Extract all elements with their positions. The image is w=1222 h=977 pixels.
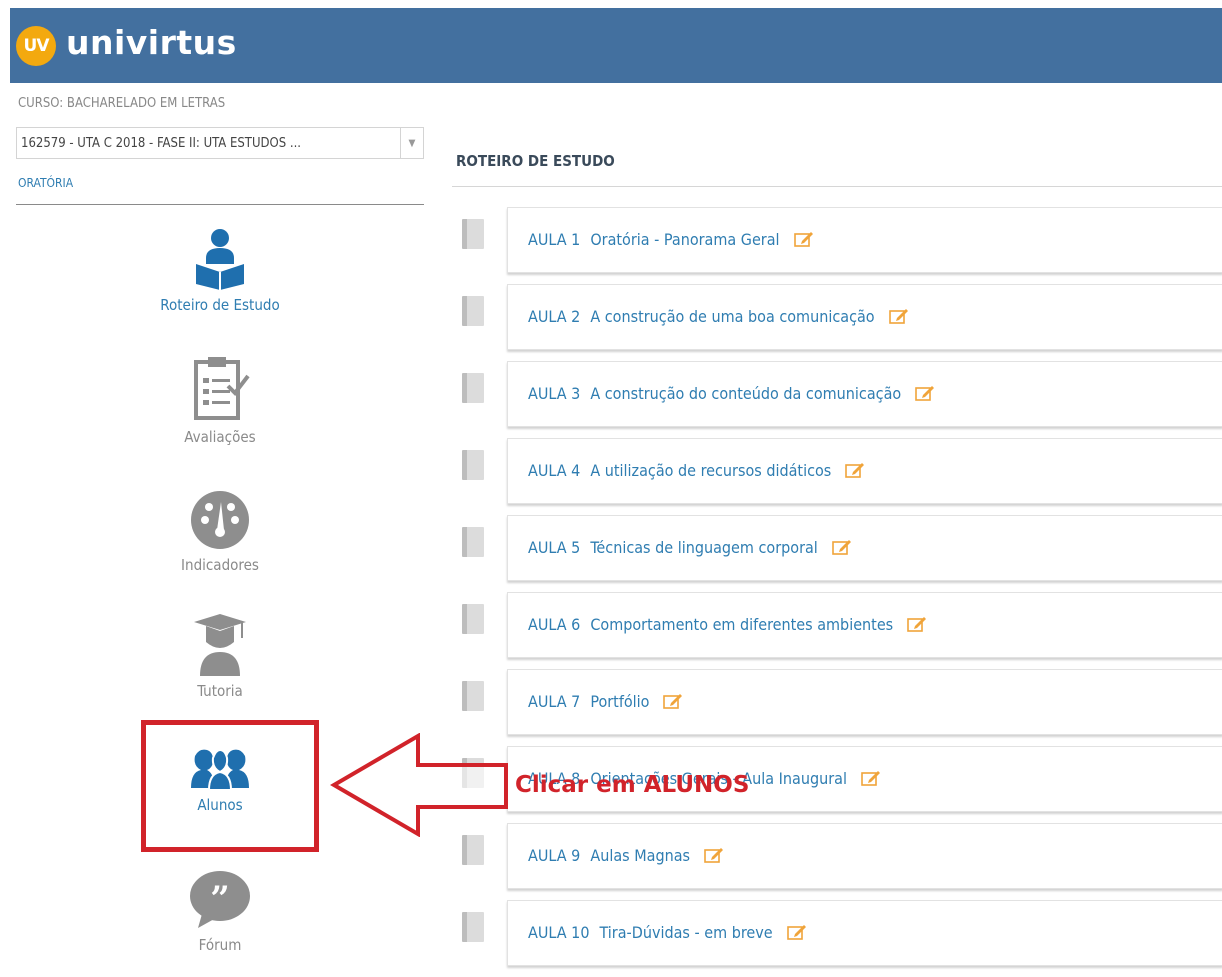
- lesson-title[interactable]: A construção do conteúdo da comunicação: [590, 384, 901, 403]
- annotation-callout-text: Clicar em ALUNOS: [515, 772, 750, 798]
- edit-icon[interactable]: [845, 462, 865, 478]
- course-select-value: 162579 - UTA C 2018 - FASE II: UTA ESTUD…: [21, 136, 302, 151]
- edit-icon[interactable]: [704, 847, 724, 863]
- lesson-text: AULA 1 Oratória - Panorama Geral: [528, 230, 814, 249]
- lesson-row: AULA 7 Portfólio: [456, 669, 1222, 735]
- lesson-number: AULA 9: [528, 846, 581, 865]
- lesson-number: AULA 3: [528, 384, 581, 403]
- edit-icon[interactable]: [832, 539, 852, 555]
- lesson-text: AULA 3 A construção do conteúdo da comuni…: [528, 384, 935, 403]
- graduate-icon: [194, 614, 246, 676]
- lesson-title[interactable]: Técnicas de linguagem corporal: [590, 538, 817, 557]
- lesson-row: AULA 4 A utilização de recursos didáticos: [456, 438, 1222, 504]
- edit-icon[interactable]: [888, 308, 909, 324]
- lesson-row: AULA 2 A construção de uma boa comunicaçã…: [456, 284, 1222, 350]
- svg-text:”: ”: [210, 879, 230, 919]
- book-icon: [462, 681, 484, 711]
- lesson-text: AULA 10 Tira-Dúvidas - em breve: [528, 923, 807, 942]
- lesson-row: AULA 5 Técnicas de linguagem corporal: [456, 515, 1222, 581]
- logo-text[interactable]: univirtus: [66, 23, 237, 62]
- lesson-card[interactable]: AULA 7 Portfólio: [507, 669, 1222, 735]
- lesson-text: AULA 9 Aulas Magnas: [528, 846, 724, 865]
- lesson-card[interactable]: AULA 2 A construção de uma boa comunicaçã…: [507, 284, 1222, 350]
- lesson-number: AULA 2: [528, 307, 581, 326]
- lesson-card[interactable]: AULA 1 Oratória - Panorama Geral: [507, 207, 1222, 273]
- lesson-title[interactable]: A construção de uma boa comunicação: [590, 307, 874, 326]
- lesson-row: AULA 10 Tira-Dúvidas - em breve: [456, 900, 1222, 966]
- lesson-row: AULA 3 A construção do conteúdo da comuni…: [456, 361, 1222, 427]
- logo-badge-icon[interactable]: UV: [16, 26, 56, 66]
- book-icon: [462, 527, 484, 557]
- sidebar-item-forum[interactable]: ” Fórum: [120, 870, 320, 954]
- gauge-icon: [191, 491, 249, 549]
- book-icon: [462, 450, 484, 480]
- lesson-card[interactable]: AULA 10 Tira-Dúvidas - em breve: [507, 900, 1222, 966]
- edit-icon[interactable]: [663, 693, 683, 709]
- sidebar-item-indicadores[interactable]: Indicadores: [120, 490, 320, 574]
- book-icon: [462, 835, 484, 865]
- lesson-number: AULA 6: [528, 615, 581, 634]
- lesson-card[interactable]: AULA 3 A construção do conteúdo da comuni…: [507, 361, 1222, 427]
- sidebar-item-label: Roteiro de Estudo: [160, 296, 280, 314]
- student-reading-icon: [196, 229, 244, 290]
- lesson-title[interactable]: Tira-Dúvidas - em breve: [600, 923, 773, 942]
- lesson-card[interactable]: AULA 6 Comportamento em diferentes ambien…: [507, 592, 1222, 658]
- lesson-card[interactable]: AULA 5 Técnicas de linguagem corporal: [507, 515, 1222, 581]
- lesson-row: AULA 1 Oratória - Panorama Geral: [456, 207, 1222, 273]
- course-select[interactable]: 162579 - UTA C 2018 - FASE II: UTA ESTUD…: [16, 127, 424, 159]
- book-icon: [462, 219, 484, 249]
- lesson-number: AULA 1: [528, 230, 581, 249]
- edit-icon[interactable]: [786, 924, 807, 940]
- sidebar-divider: [16, 204, 424, 205]
- lesson-title[interactable]: Oratória - Panorama Geral: [590, 230, 779, 249]
- sidebar-item-avaliacoes[interactable]: Avaliações: [120, 356, 320, 446]
- subject-link[interactable]: ORATÓRIA: [18, 176, 73, 190]
- quote-bubble-icon: ”: [190, 871, 250, 928]
- sidebar-item-label: Tutoria: [197, 682, 243, 700]
- sidebar-item-label: Avaliações: [184, 428, 256, 446]
- edit-icon[interactable]: [861, 770, 881, 786]
- edit-icon[interactable]: [793, 231, 814, 247]
- lesson-text: AULA 4 A utilização de recursos didáticos: [528, 461, 865, 480]
- book-icon: [462, 604, 484, 634]
- lesson-number: AULA 7: [528, 692, 581, 711]
- chevron-down-icon[interactable]: ▼: [400, 128, 423, 158]
- lesson-number: AULA 4: [528, 461, 581, 480]
- section-title: ROTEIRO DE ESTUDO: [456, 152, 615, 170]
- clipboard-check-icon: [194, 357, 250, 420]
- sidebar-item-label: Fórum: [198, 936, 242, 954]
- sidebar-item-tutoria[interactable]: Tutoria: [120, 612, 320, 700]
- lesson-row: AULA 9 Aulas Magnas: [456, 823, 1222, 889]
- book-icon: [462, 296, 484, 326]
- edit-icon[interactable]: [907, 616, 927, 632]
- lesson-number: AULA 10: [528, 923, 590, 942]
- lesson-text: AULA 5 Técnicas de linguagem corporal: [528, 538, 852, 557]
- edit-icon[interactable]: [915, 385, 935, 401]
- annotation-arrow-icon: [330, 733, 508, 837]
- section-divider: [452, 186, 1222, 187]
- top-header-bar: UV univirtus: [10, 8, 1222, 83]
- course-label: CURSO: BACHARELADO EM LETRAS: [18, 96, 226, 111]
- lesson-text: AULA 2 A construção de uma boa comunicaçã…: [528, 307, 909, 326]
- lesson-title[interactable]: A utilização de recursos didáticos: [590, 461, 831, 480]
- annotation-highlight-box: [141, 720, 319, 852]
- lesson-row: AULA 6 Comportamento em diferentes ambien…: [456, 592, 1222, 658]
- lesson-card[interactable]: AULA 4 A utilização de recursos didáticos: [507, 438, 1222, 504]
- book-icon: [462, 373, 484, 403]
- lesson-title[interactable]: Portfólio: [590, 692, 649, 711]
- sidebar-item-roteiro[interactable]: Roteiro de Estudo: [120, 228, 320, 314]
- lesson-text: AULA 6 Comportamento em diferentes ambien…: [528, 615, 927, 634]
- lesson-title[interactable]: Comportamento em diferentes ambientes: [590, 615, 893, 634]
- lesson-card[interactable]: AULA 9 Aulas Magnas: [507, 823, 1222, 889]
- sidebar-item-label: Indicadores: [181, 556, 259, 574]
- lesson-number: AULA 5: [528, 538, 581, 557]
- lesson-text: AULA 7 Portfólio: [528, 692, 683, 711]
- book-icon: [462, 912, 484, 942]
- lesson-title[interactable]: Aulas Magnas: [590, 846, 690, 865]
